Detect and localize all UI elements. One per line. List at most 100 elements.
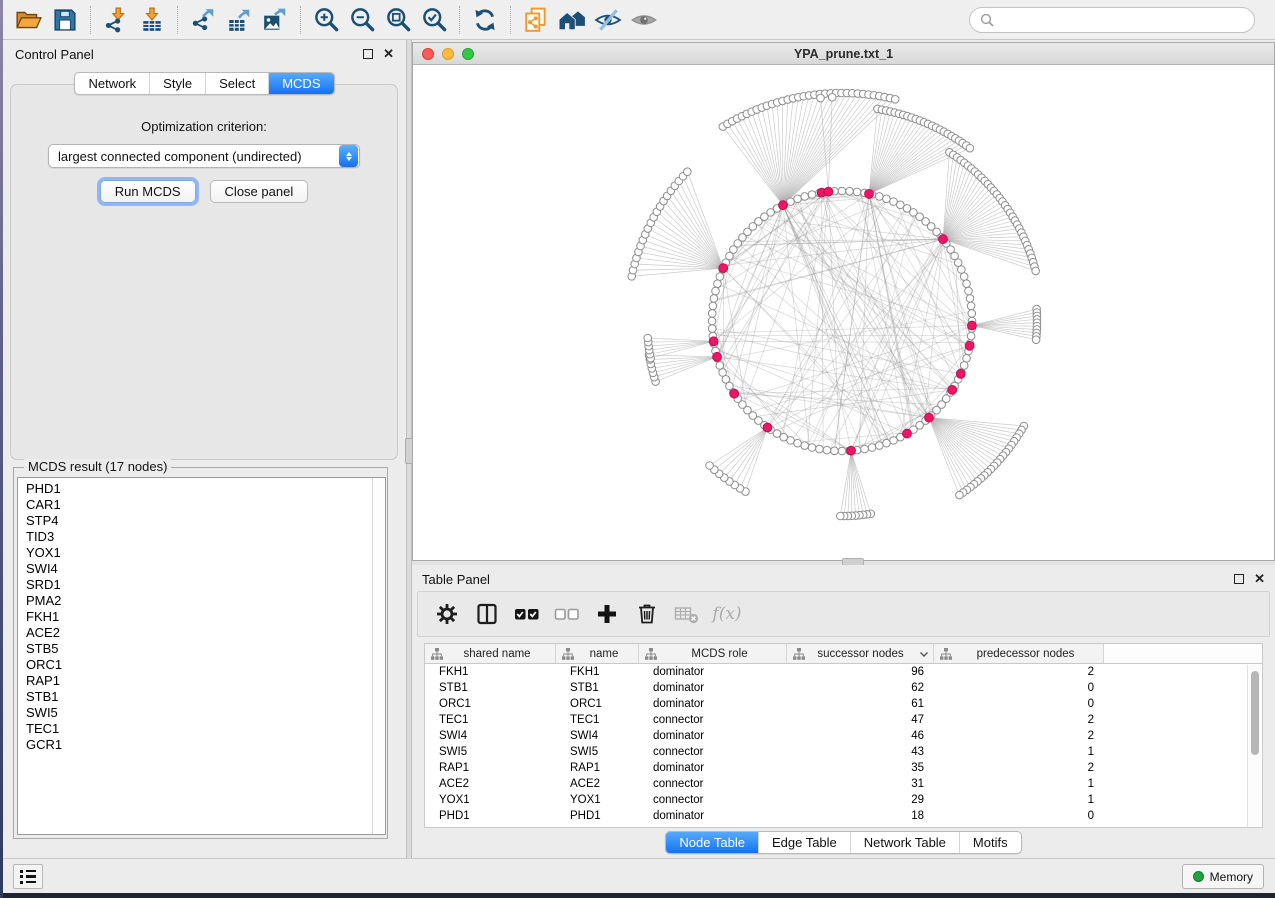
mcds-node[interactable]	[956, 369, 965, 378]
column-header-predecessor-nodes[interactable]: predecessor nodes	[934, 644, 1104, 663]
network-node[interactable]	[719, 369, 727, 377]
search-input[interactable]	[1000, 13, 1244, 27]
first-neighbors-icon[interactable]	[554, 4, 590, 36]
zoom-in-icon[interactable]	[308, 4, 344, 36]
float-panel-icon[interactable]	[1234, 574, 1244, 584]
task-history-icon[interactable]	[13, 864, 43, 889]
network-node[interactable]	[709, 302, 717, 310]
leaf-node[interactable]	[1032, 267, 1040, 275]
table-scrollbar[interactable]	[1247, 665, 1261, 828]
network-node[interactable]	[960, 362, 968, 370]
show-all-icon[interactable]	[626, 4, 662, 36]
network-node[interactable]	[963, 280, 971, 288]
network-node[interactable]	[960, 273, 968, 281]
network-node[interactable]	[708, 310, 716, 318]
network-node[interactable]	[808, 191, 816, 199]
table-options-icon[interactable]	[430, 596, 464, 632]
delete-table-icon[interactable]	[670, 596, 704, 632]
mcds-result-item[interactable]: YOX1	[26, 545, 385, 561]
export-image-icon[interactable]	[257, 4, 293, 36]
mcds-result-item[interactable]: TID3	[26, 529, 385, 545]
close-panel-icon[interactable]: ✕	[383, 49, 394, 59]
optimization-criterion-dropdown[interactable]: largest connected component (undirected)	[48, 144, 360, 168]
network-node[interactable]	[716, 362, 724, 370]
network-node[interactable]	[965, 287, 973, 295]
show-columns-icon[interactable]	[470, 596, 504, 632]
duplicate-network-icon[interactable]	[518, 4, 554, 36]
deselect-all-icon[interactable]	[550, 596, 584, 632]
leaf-node[interactable]	[706, 462, 714, 470]
leaf-node[interactable]	[1032, 336, 1040, 344]
column-header-shared-name[interactable]: shared name	[425, 644, 556, 663]
leaf-node[interactable]	[891, 95, 899, 103]
network-node[interactable]	[808, 444, 816, 452]
network-node[interactable]	[787, 198, 795, 206]
mcds-node[interactable]	[709, 337, 718, 346]
column-header-MCDS-role[interactable]: MCDS role	[639, 644, 787, 663]
mcds-result-item[interactable]: ACE2	[26, 625, 385, 641]
mcds-node[interactable]	[824, 187, 833, 196]
network-node[interactable]	[801, 193, 809, 201]
leaf-node[interactable]	[817, 94, 825, 102]
tab-mcds[interactable]: MCDS	[268, 73, 333, 94]
table-row[interactable]: ORC1ORC1dominator610	[425, 696, 1262, 712]
mcds-result-item[interactable]: STB5	[26, 641, 385, 657]
network-node[interactable]	[823, 446, 831, 454]
zoom-selected-icon[interactable]	[416, 4, 452, 36]
memory-button[interactable]: Memory	[1182, 864, 1264, 889]
mcds-node[interactable]	[779, 201, 788, 210]
mcds-result-item[interactable]: RAP1	[26, 673, 385, 689]
delete-columns-icon[interactable]	[630, 596, 664, 632]
leaf-node[interactable]	[966, 144, 974, 152]
table-row[interactable]: FKH1FKH1dominator962	[425, 664, 1262, 680]
network-node[interactable]	[831, 447, 839, 455]
network-node[interactable]	[967, 302, 975, 310]
network-node[interactable]	[794, 439, 802, 447]
select-all-icon[interactable]	[510, 596, 544, 632]
table-row[interactable]: SWI4SWI4dominator462	[425, 728, 1262, 744]
mcds-node[interactable]	[719, 264, 728, 273]
mcds-result-item[interactable]: SWI5	[26, 705, 385, 721]
network-node[interactable]	[838, 187, 846, 195]
network-node[interactable]	[968, 310, 976, 318]
network-node[interactable]	[853, 188, 861, 196]
leaf-node[interactable]	[684, 168, 692, 176]
close-panel-button[interactable]: Close panel	[210, 180, 309, 203]
network-node[interactable]	[708, 325, 716, 333]
mcds-result-item[interactable]: SWI4	[26, 561, 385, 577]
mcds-node[interactable]	[948, 385, 957, 394]
save-session-icon[interactable]	[47, 4, 83, 36]
function-builder-icon[interactable]: f(x)	[710, 596, 744, 632]
table-row[interactable]: RAP1RAP1dominator352	[425, 760, 1262, 776]
refresh-layout-icon[interactable]	[467, 4, 503, 36]
mcds-result-item[interactable]: STP4	[26, 513, 385, 529]
table-row[interactable]: STB1STB1dominator620	[425, 680, 1262, 696]
network-node[interactable]	[890, 437, 898, 445]
zoom-fit-icon[interactable]	[380, 4, 416, 36]
float-panel-icon[interactable]	[363, 49, 373, 59]
mcds-result-item[interactable]: TEC1	[26, 721, 385, 737]
add-column-icon[interactable]	[590, 596, 624, 632]
network-node[interactable]	[712, 287, 720, 295]
network-node[interactable]	[861, 445, 869, 453]
mcds-list-scrollbar[interactable]	[372, 478, 385, 834]
tab-network[interactable]: Network	[75, 73, 149, 94]
network-node[interactable]	[816, 445, 824, 453]
mcds-node[interactable]	[903, 429, 912, 438]
leaf-node[interactable]	[956, 491, 964, 499]
mcds-node[interactable]	[968, 321, 977, 330]
leaf-node[interactable]	[836, 512, 844, 520]
mcds-result-item[interactable]: GCR1	[26, 737, 385, 753]
network-node[interactable]	[794, 195, 802, 203]
mcds-node[interactable]	[939, 235, 948, 244]
leaf-node[interactable]	[828, 93, 836, 101]
network-node[interactable]	[958, 266, 966, 274]
mcds-result-item[interactable]: STB1	[26, 689, 385, 705]
network-window-titlebar[interactable]: YPA_prune.txt_1	[413, 43, 1274, 65]
mcds-result-item[interactable]: SRD1	[26, 577, 385, 593]
column-header-name[interactable]: name	[556, 644, 639, 663]
network-node[interactable]	[716, 273, 724, 281]
network-node[interactable]	[846, 187, 854, 195]
search-field[interactable]	[969, 7, 1255, 33]
tab-style[interactable]: Style	[149, 73, 205, 94]
